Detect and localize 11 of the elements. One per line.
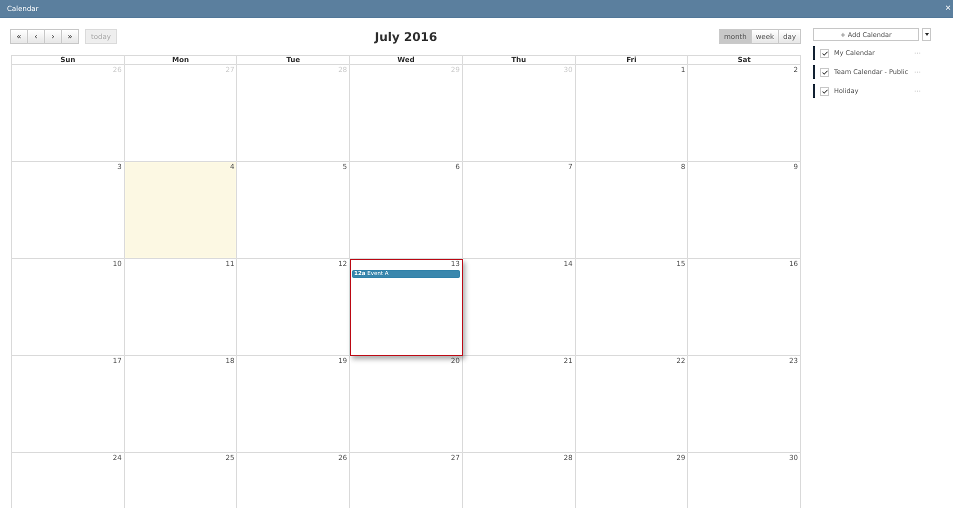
nav-button[interactable]: » — [61, 29, 79, 44]
caret-icon — [924, 33, 928, 36]
nav-button[interactable]: « — [10, 29, 28, 44]
close-button[interactable]: × — [943, 4, 953, 14]
calendar-checkbox[interactable] — [820, 86, 829, 96]
calendar-checkbox[interactable] — [820, 48, 829, 58]
calendar-checkbox[interactable] — [820, 68, 829, 76]
nav-button[interactable]: › — [44, 29, 62, 44]
dropdown-button[interactable] — [922, 28, 931, 41]
nav-button[interactable]: ‹ — [27, 29, 45, 44]
month-title: July 2016 — [374, 30, 438, 44]
